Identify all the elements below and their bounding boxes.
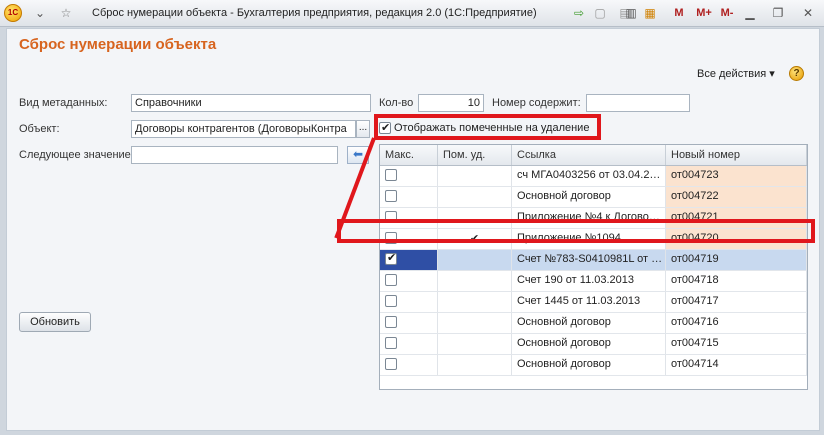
table-row[interactable]: Основной договор от004714 [380,355,807,376]
max-cell[interactable] [380,313,438,333]
new-number-cell[interactable]: от004723 [666,166,807,186]
close-icon[interactable]: ✕ [800,5,816,21]
checkbox-icon[interactable] [385,169,397,182]
new-number-cell[interactable]: от004715 [666,334,807,354]
checkbox-checked-icon[interactable] [385,251,397,266]
ref-cell[interactable]: Счет 190 от 11.03.2013 [512,271,666,291]
document-icon[interactable]: ▢ [592,5,608,21]
annotation-box-checkbox [374,114,601,140]
deleted-mark-cell [438,355,512,375]
table-row[interactable]: Основной договор от004722 [380,187,807,208]
max-cell[interactable] [380,187,438,207]
menu-dropdown-icon[interactable]: ⌄ [32,5,48,21]
table-header: Макс. Пом. уд. Ссылка Новый номер [380,145,807,166]
object-label: Объект: [19,123,60,135]
max-cell[interactable] [380,166,438,186]
annotation-box-row [337,219,815,243]
table-row[interactable]: Основной договор от004715 [380,334,807,355]
ref-cell[interactable]: Основной договор [512,313,666,333]
table-row[interactable]: Счет 190 от 11.03.2013 от004718 [380,271,807,292]
memory-minus-button[interactable]: M- [719,5,735,21]
deleted-mark-cell [438,187,512,207]
new-number-cell[interactable]: от004718 [666,271,807,291]
count-field[interactable]: 10 [418,94,484,112]
new-number-cell[interactable]: от004722 [666,187,807,207]
new-number-cell[interactable]: от004719 [666,250,807,270]
ref-cell[interactable]: Счет 1445 от 11.03.2013 [512,292,666,312]
calculator-icon[interactable]: ▥ [623,5,639,21]
max-cell[interactable] [380,271,438,291]
arrow-forward-icon[interactable]: ⇨ [571,5,587,21]
checkbox-icon[interactable] [385,316,397,329]
calendar-icon[interactable]: ▦ [642,5,658,21]
window-titlebar: 1С ⌄ ☆ Сброс нумерации объекта - Бухгалт… [0,0,824,27]
refresh-button[interactable]: Обновить [19,312,91,332]
all-actions-menu[interactable]: Все действия ▾ [697,67,775,80]
column-deleted[interactable]: Пом. уд. [438,145,512,165]
deleted-mark-cell [438,292,512,312]
deleted-mark-cell [438,271,512,291]
new-number-cell[interactable]: от004716 [666,313,807,333]
object-field[interactable]: Договоры контрагентов (ДоговорыКонтра [131,120,356,138]
ref-cell[interactable]: Счет №783-S0410981L от … [512,250,666,270]
restore-icon[interactable]: ❐ [770,5,786,21]
numbering-table[interactable]: Макс. Пом. уд. Ссылка Новый номер сч МГА… [379,144,808,390]
table-row[interactable]: Счет №783-S0410981L от …от004719 [380,250,807,271]
ref-cell[interactable]: Основной договор [512,355,666,375]
checkbox-icon[interactable] [385,337,397,350]
table-row[interactable]: Основной договор от004716 [380,313,807,334]
favorite-star-icon[interactable]: ☆ [58,5,74,21]
next-value-label: Следующее значение: [19,149,134,161]
deleted-mark-cell [438,250,512,270]
ref-cell[interactable]: Основной договор [512,334,666,354]
checkbox-icon[interactable] [385,295,397,308]
memory-m-button[interactable]: M [673,5,685,21]
checkbox-icon[interactable] [385,190,397,203]
metadata-kind-field[interactable]: Справочники [131,94,371,112]
checkbox-icon[interactable] [385,274,397,287]
column-ref[interactable]: Ссылка [512,145,666,165]
page-title: Сброс нумерации объекта [19,36,217,53]
metadata-kind-label: Вид метаданных: [19,97,108,109]
new-number-cell[interactable]: от004717 [666,292,807,312]
deleted-mark-cell [438,313,512,333]
object-select-button[interactable]: ... [356,120,370,138]
new-number-cell[interactable]: от004714 [666,355,807,375]
minimize-icon[interactable]: ▁ [742,5,758,21]
deleted-mark-cell [438,166,512,186]
window-title: Сброс нумерации объекта - Бухгалтерия пр… [92,7,537,19]
checkbox-icon[interactable] [385,358,397,371]
deleted-mark-cell [438,334,512,354]
max-cell[interactable] [380,292,438,312]
table-row[interactable]: Счет 1445 от 11.03.2013 от004717 [380,292,807,313]
number-contains-field[interactable] [586,94,690,112]
ref-cell[interactable]: Основной договор [512,187,666,207]
next-value-field[interactable] [131,146,338,164]
max-cell[interactable] [380,250,438,270]
app-logo-icon[interactable]: 1С [4,4,22,22]
memory-mplus-button[interactable]: M+ [694,5,714,21]
column-new-number[interactable]: Новый номер [666,145,807,165]
max-cell[interactable] [380,355,438,375]
count-label: Кол-во [379,97,414,109]
number-contains-label: Номер содержит: [492,97,581,109]
help-icon[interactable]: ? [789,66,804,81]
table-row[interactable]: сч МГА0403256 от 03.04.2… от004723 [380,166,807,187]
ref-cell[interactable]: сч МГА0403256 от 03.04.2… [512,166,666,186]
column-max[interactable]: Макс. [380,145,438,165]
max-cell[interactable] [380,334,438,354]
